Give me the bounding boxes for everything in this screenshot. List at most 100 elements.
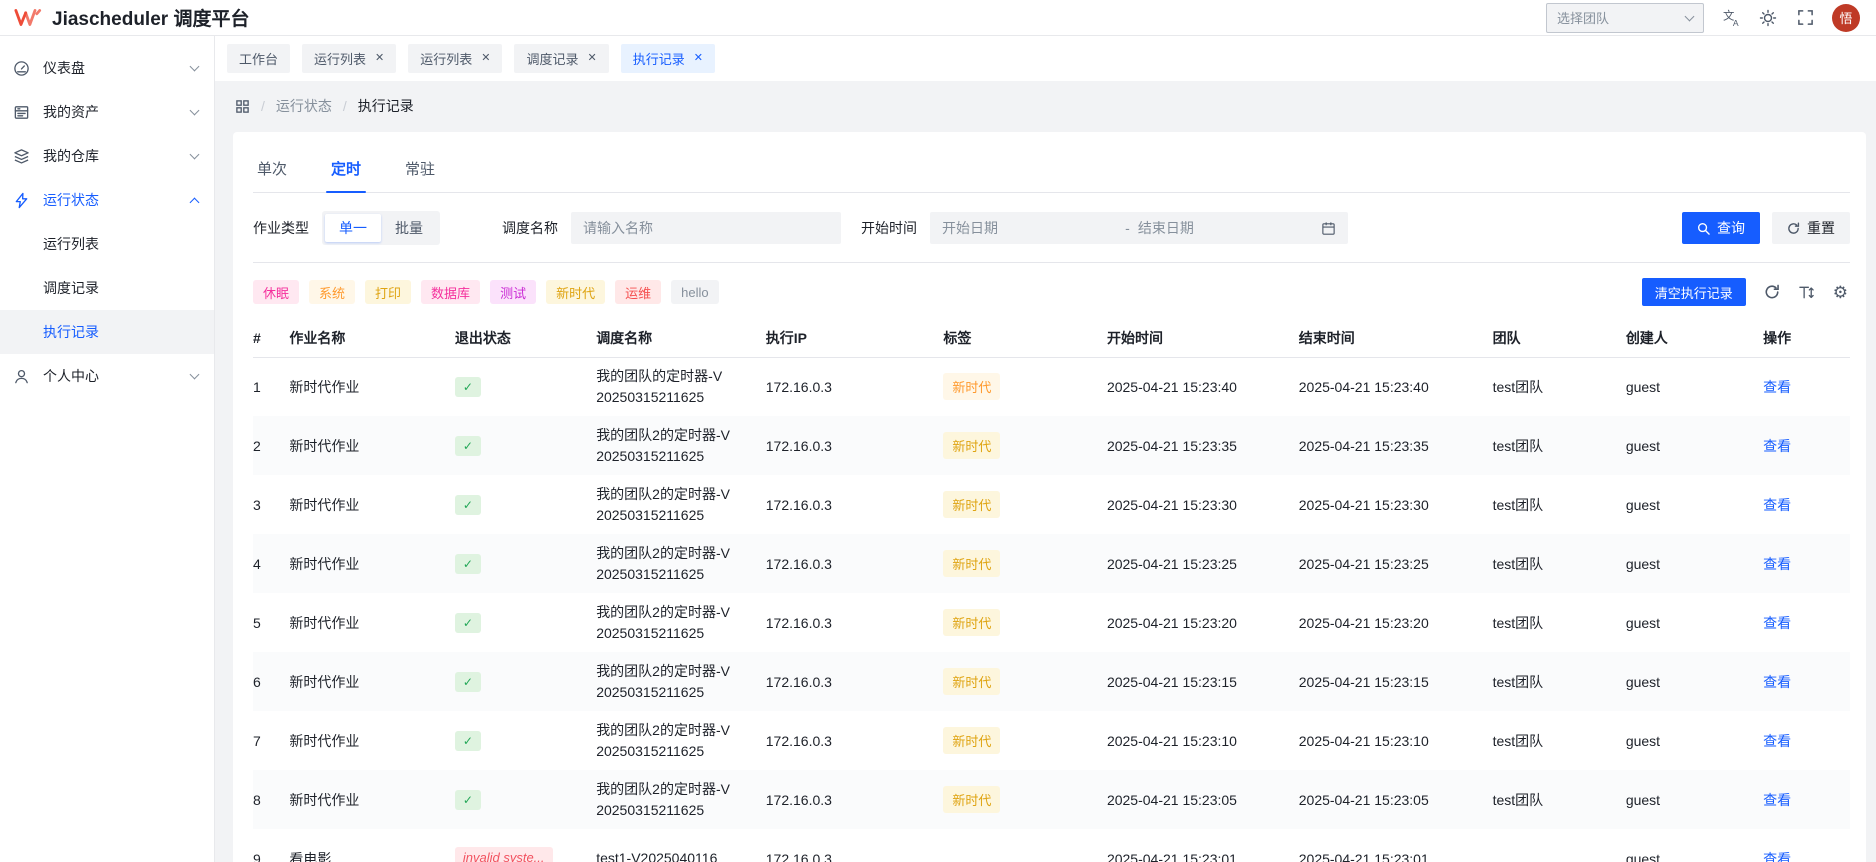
search-button[interactable]: 查询 [1682,212,1760,244]
schedule-name-text: 我的团队2的定时器-V 20250315211625 [596,545,730,582]
success-check-icon: ✓ [454,612,481,633]
sidebar-subitem-schedule-history[interactable]: 调度记录 [0,266,214,310]
tag-filter-0[interactable]: 休眠 [253,280,300,304]
close-icon[interactable]: ✕ [588,53,597,64]
sidebar-item-repository[interactable]: 我的仓库 [0,134,214,178]
page-tab-schedule-history[interactable]: 调度记录 ✕ [514,44,609,73]
sidebar: 仪表盘我的资产我的仓库运行状态 运行列表 调度记录 执行记录 个人中心 [0,36,215,862]
view-tab-timer[interactable]: 定时 [326,154,367,193]
cell-start-time: 2025-04-21 15:23:01 [1106,850,1237,862]
close-icon[interactable]: ✕ [481,53,490,64]
view-link[interactable]: 查看 [1763,733,1791,749]
error-status-badge: invalid syste... [454,846,553,862]
tag-filter-6[interactable]: 运维 [615,280,662,304]
schedule-name-text: 我的团队2的定时器-V 20250315211625 [596,663,730,700]
team-select[interactable]: 选择团队 [1546,2,1704,33]
row-tag-badge: 新时代 [943,609,1001,636]
tag-filter-2[interactable]: 打印 [365,280,412,304]
table-row: 6 新时代作业 ✓ 我的团队2的定时器-V 20250315211625 172.16.… [253,652,1850,711]
view-link[interactable]: 查看 [1763,851,1791,862]
row-tag-badge: 新时代 [943,786,1001,813]
page-tab-execution-history[interactable]: 执行记录 ✕ [620,44,715,73]
cell-exec-ip: 172.16.0.3 [765,614,832,631]
cell-end-time: 2025-04-21 15:23:30 [1298,496,1429,513]
reset-button[interactable]: 重置 [1772,212,1850,244]
sidebar-item-label: 我的资产 [43,104,99,120]
tag-filter-3[interactable]: 数据库 [421,280,481,304]
breadcrumb-item[interactable]: 运行状态 [276,96,332,116]
text-size-icon[interactable] [1798,283,1815,301]
cell-team: test团队 [1492,416,1626,475]
view-link[interactable]: 查看 [1763,556,1791,572]
refresh-icon[interactable] [1764,283,1780,301]
tag-filter-7[interactable]: hello [671,280,719,304]
language-icon[interactable]: 文A [1721,8,1741,28]
tag-filter-list: 休眠 系统 打印 数据库 测试 新时代 运维 hello [253,280,719,304]
records-table: # 作业名称 退出状态 调度名称 执行IP 标签 开始时间 结束时间 团队 创建人 操作 1 新时代作… [253,319,1850,862]
close-icon[interactable]: ✕ [694,53,703,64]
sidebar-item-run-status[interactable]: 运行状态 [0,178,214,222]
job-type-option-single[interactable]: 单一 [325,214,381,242]
fullscreen-icon[interactable] [1795,8,1815,28]
page-tab-run-list-2[interactable]: 运行列表 ✕ [408,44,503,73]
clear-records-button[interactable]: 清空执行记录 [1641,278,1746,306]
view-tab-once[interactable]: 单次 [255,154,289,192]
column-header: 创建人 [1625,319,1764,358]
sidebar-subitem-execution-history[interactable]: 执行记录 [0,310,214,354]
theme-sun-icon[interactable] [1758,8,1778,28]
cell-start-time: 2025-04-21 15:23:40 [1106,378,1237,395]
sidebar-subitem-run-list[interactable]: 运行列表 [0,222,214,266]
close-icon[interactable]: ✕ [375,53,384,64]
cell-index: 4 [253,534,290,593]
cell-actions: 查看 [1763,416,1850,475]
page-tab-workbench[interactable]: 工作台 [227,44,291,73]
sidebar-item-assets[interactable]: 我的资产 [0,90,214,134]
content-card: 单次 定时 常驻 作业类型 单一 批量 调度名称 请输入名称 开始时间 开始日期 -… [233,132,1866,862]
cell-team: test团队 [1492,770,1626,829]
cell-creator: guest [1625,850,1661,862]
tag-filter-4[interactable]: 测试 [490,280,537,304]
cell-job-name: 看电影 [289,850,332,862]
cell-job-name: 新时代作业 [289,770,455,829]
cell-tag: 新时代 [943,534,1107,593]
view-link[interactable]: 查看 [1763,438,1791,454]
success-check-icon: ✓ [454,376,481,397]
gear-icon[interactable]: ⚙ [1833,283,1848,301]
schedule-name-input[interactable]: 请输入名称 [571,212,841,244]
success-check-icon: ✓ [454,671,481,692]
page-tab-run-list-1[interactable]: 运行列表 ✕ [302,44,397,73]
view-link[interactable]: 查看 [1763,674,1791,690]
cell-exec-ip: 172.16.0.3 [765,496,832,513]
sidebar-item-label: 我的仓库 [43,148,99,164]
table-row: 7 新时代作业 ✓ 我的团队2的定时器-V 20250315211625 172.16.… [253,711,1850,770]
cell-index: 5 [253,614,261,631]
sidebar-menu: 仪表盘我的资产我的仓库运行状态 运行列表 调度记录 执行记录 个人中心 [0,46,214,398]
cell-start-time: 2025-04-21 15:23:30 [1106,496,1237,513]
cell-schedule-name: 我的团队2的定时器-V 20250315211625 [596,770,766,829]
column-header: 执行IP [765,319,944,358]
row-tag-badge: 新时代 [943,373,1001,401]
cell-tag: 新时代 [943,475,1107,534]
tag-filter-1[interactable]: 系统 [309,280,356,304]
cell-index: 9 [253,850,261,862]
cell-end-time: 2025-04-21 15:23:25 [1298,534,1493,593]
schedule-name-text: 我的团队2的定时器-V 20250315211625 [596,781,730,818]
cell-exec-ip: 172.16.0.3 [765,378,832,395]
view-tab-daemon[interactable]: 常驻 [403,154,437,192]
job-type-option-batch[interactable]: 批量 [381,214,437,242]
breadcrumb-current: 执行记录 [357,98,414,114]
view-link[interactable]: 查看 [1763,379,1791,395]
sidebar-item-profile[interactable]: 个人中心 [0,354,214,398]
search-icon [1697,222,1710,235]
tag-filter-5[interactable]: 新时代 [546,280,606,304]
success-check-icon: ✓ [454,789,481,810]
user-avatar[interactable]: 悟 [1832,3,1860,32]
view-link[interactable]: 查看 [1763,497,1791,513]
date-range-picker[interactable]: 开始日期 - 结束日期 [930,212,1348,244]
view-link[interactable]: 查看 [1763,615,1791,631]
svg-text:A: A [1732,18,1738,27]
sidebar-item-dashboard[interactable]: 仪表盘 [0,46,214,90]
cell-exit-status: invalid syste... [454,829,596,862]
lightning-icon [12,191,30,209]
view-link[interactable]: 查看 [1763,792,1791,808]
